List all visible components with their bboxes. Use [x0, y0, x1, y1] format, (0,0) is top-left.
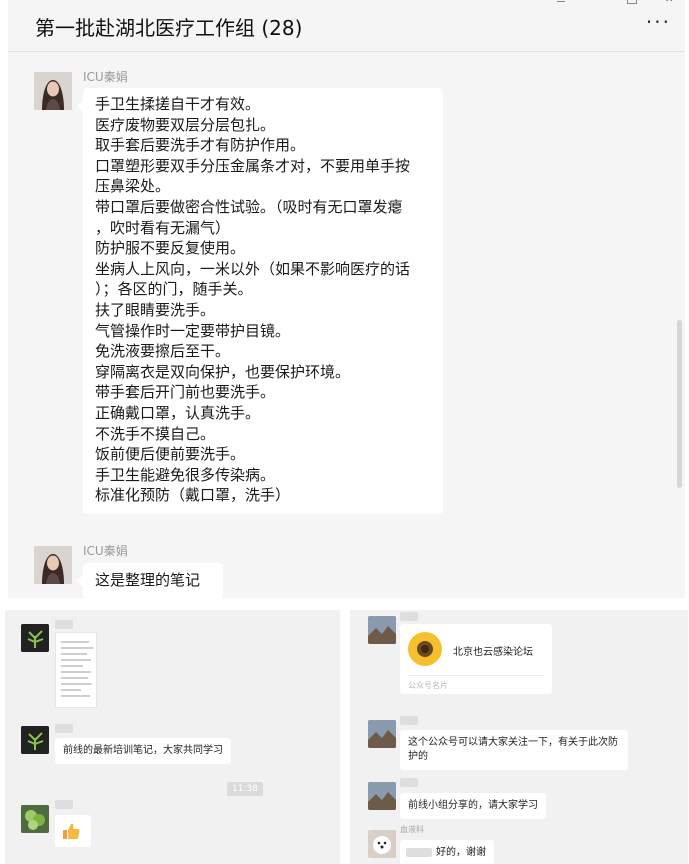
message-line: 取手套后要洗手才有防护作用。 [95, 136, 306, 155]
landscape-icon [368, 782, 396, 810]
avatar[interactable] [368, 720, 396, 748]
image-message[interactable] [55, 632, 97, 708]
dog-icon [368, 830, 396, 858]
message-bubble[interactable]: 前线的最新培训笔记，大家共同学习 [55, 738, 231, 764]
message-line: 口罩塑形要双手分压金属条才对，不要用单手按 [95, 156, 411, 175]
message-line: 医疗废物要双层分层包扎。 [95, 115, 276, 134]
sunflower-icon [408, 632, 442, 666]
chat-screenshot-left: 前线的最新培训笔记，大家共同学习 11:38 [5, 610, 340, 864]
message-bubble[interactable] [55, 815, 91, 847]
message-line: 防护服不要反复使用。 [95, 239, 246, 258]
message-line: 正确戴口罩，认真洗手。 [95, 403, 261, 422]
more-options-button[interactable]: ··· [646, 12, 671, 32]
avatar[interactable] [21, 726, 49, 754]
chat-title: 第一批赴湖北医疗工作组 (28) [35, 16, 303, 40]
message-line: ，吹时看有无漏气） [95, 218, 231, 237]
minimize-icon[interactable] [557, 0, 565, 2]
message-line: 气管操作时一定要带护目镜。 [95, 321, 291, 340]
bubble-tail [77, 100, 83, 112]
sender-name: 血液科 [400, 825, 424, 834]
card-account-name: 北京也云感染论坛 [453, 647, 533, 658]
maximize-icon[interactable] [627, 0, 637, 4]
portrait-icon [34, 546, 72, 584]
avatar[interactable] [368, 616, 396, 644]
plant-icon [21, 726, 49, 754]
sender-name [400, 778, 418, 787]
redacted-text [406, 848, 432, 857]
avatar[interactable] [21, 805, 49, 833]
sender-name [400, 716, 418, 725]
message-line: 免洗液要擦后至干。 [95, 342, 231, 361]
landscape-icon [368, 616, 396, 644]
message-line: 坐病人上风向，一米以外（如果不影响医疗的话 [95, 259, 411, 278]
scrollbar[interactable] [677, 320, 682, 488]
message-bubble[interactable]: 这是整理的笔记 [77, 563, 223, 598]
message-line: 带口罩后要做密合性试验。（吸时有无口罩发瘪 [95, 197, 403, 216]
sender-name [55, 800, 73, 809]
message-bubble[interactable]: 好的，谢谢 [400, 840, 494, 864]
sender-name [55, 620, 73, 629]
message-line: 标准化预防（戴口罩，洗手） [95, 486, 291, 505]
chat-screenshot-right: 北京也云感染论坛 公众号名片 这个公众号可以请大家关注一下，有关于此次防护的 前… [350, 610, 688, 864]
message-line: ）；各区的门，随手关。 [95, 280, 253, 299]
avatar[interactable] [368, 830, 396, 858]
landscape-icon [368, 720, 396, 748]
message-line: 不洗手不摸自己。 [95, 424, 216, 443]
message-line: 带手套后开门前也要洗手。 [95, 383, 276, 402]
message-line: 穿隔离衣是双向保护，也要保护环境。 [95, 362, 351, 381]
message-line: 这是整理的笔记 [95, 571, 201, 589]
official-account-card[interactable]: 北京也云感染论坛 公众号名片 [400, 624, 552, 694]
chat-window: ✕ 第一批赴湖北医疗工作组 (28) ··· ICU秦娟 手卫生揉搓自干才有效。… [8, 0, 685, 598]
leaf-icon [21, 805, 49, 833]
portrait-icon [34, 72, 72, 110]
message-line: 饭前便后便前要洗手。 [95, 445, 246, 464]
bubble-tail [77, 575, 83, 587]
close-icon[interactable]: ✕ [665, 0, 675, 5]
timestamp: 11:38 [227, 782, 263, 796]
message-bubble[interactable]: 前线小组分享的，请大家学习 [400, 793, 546, 819]
message-text: 好的，谢谢 [436, 847, 486, 858]
sender-name: ICU秦娟 [83, 70, 128, 84]
card-type-label: 公众号名片 [408, 681, 448, 690]
message-line: 手卫生能避免很多传染病。 [95, 465, 276, 484]
plant-icon [21, 624, 49, 652]
chat-header: ✕ 第一批赴湖北医疗工作组 (28) ··· [8, 0, 685, 52]
sender-name [400, 612, 418, 621]
thumbs-up-icon [63, 823, 80, 839]
sender-name [55, 724, 73, 733]
sender-name: ICU秦娟 [83, 544, 128, 558]
avatar[interactable] [34, 546, 72, 584]
divider [408, 675, 544, 676]
avatar[interactable] [21, 624, 49, 652]
message-line: 压鼻梁处。 [95, 177, 171, 196]
message-line: 手卫生揉搓自干才有效。 [95, 95, 261, 113]
message-bubble[interactable]: 这个公众号可以请大家关注一下，有关于此次防护的 [400, 730, 628, 770]
message-bubble[interactable]: 手卫生揉搓自干才有效。 医疗废物要双层分层包扎。 取手套后要洗手才有防护作用。 … [77, 88, 443, 514]
message-line: 扶了眼睛要洗手。 [95, 300, 216, 319]
avatar[interactable] [34, 72, 72, 110]
avatar[interactable] [368, 782, 396, 810]
